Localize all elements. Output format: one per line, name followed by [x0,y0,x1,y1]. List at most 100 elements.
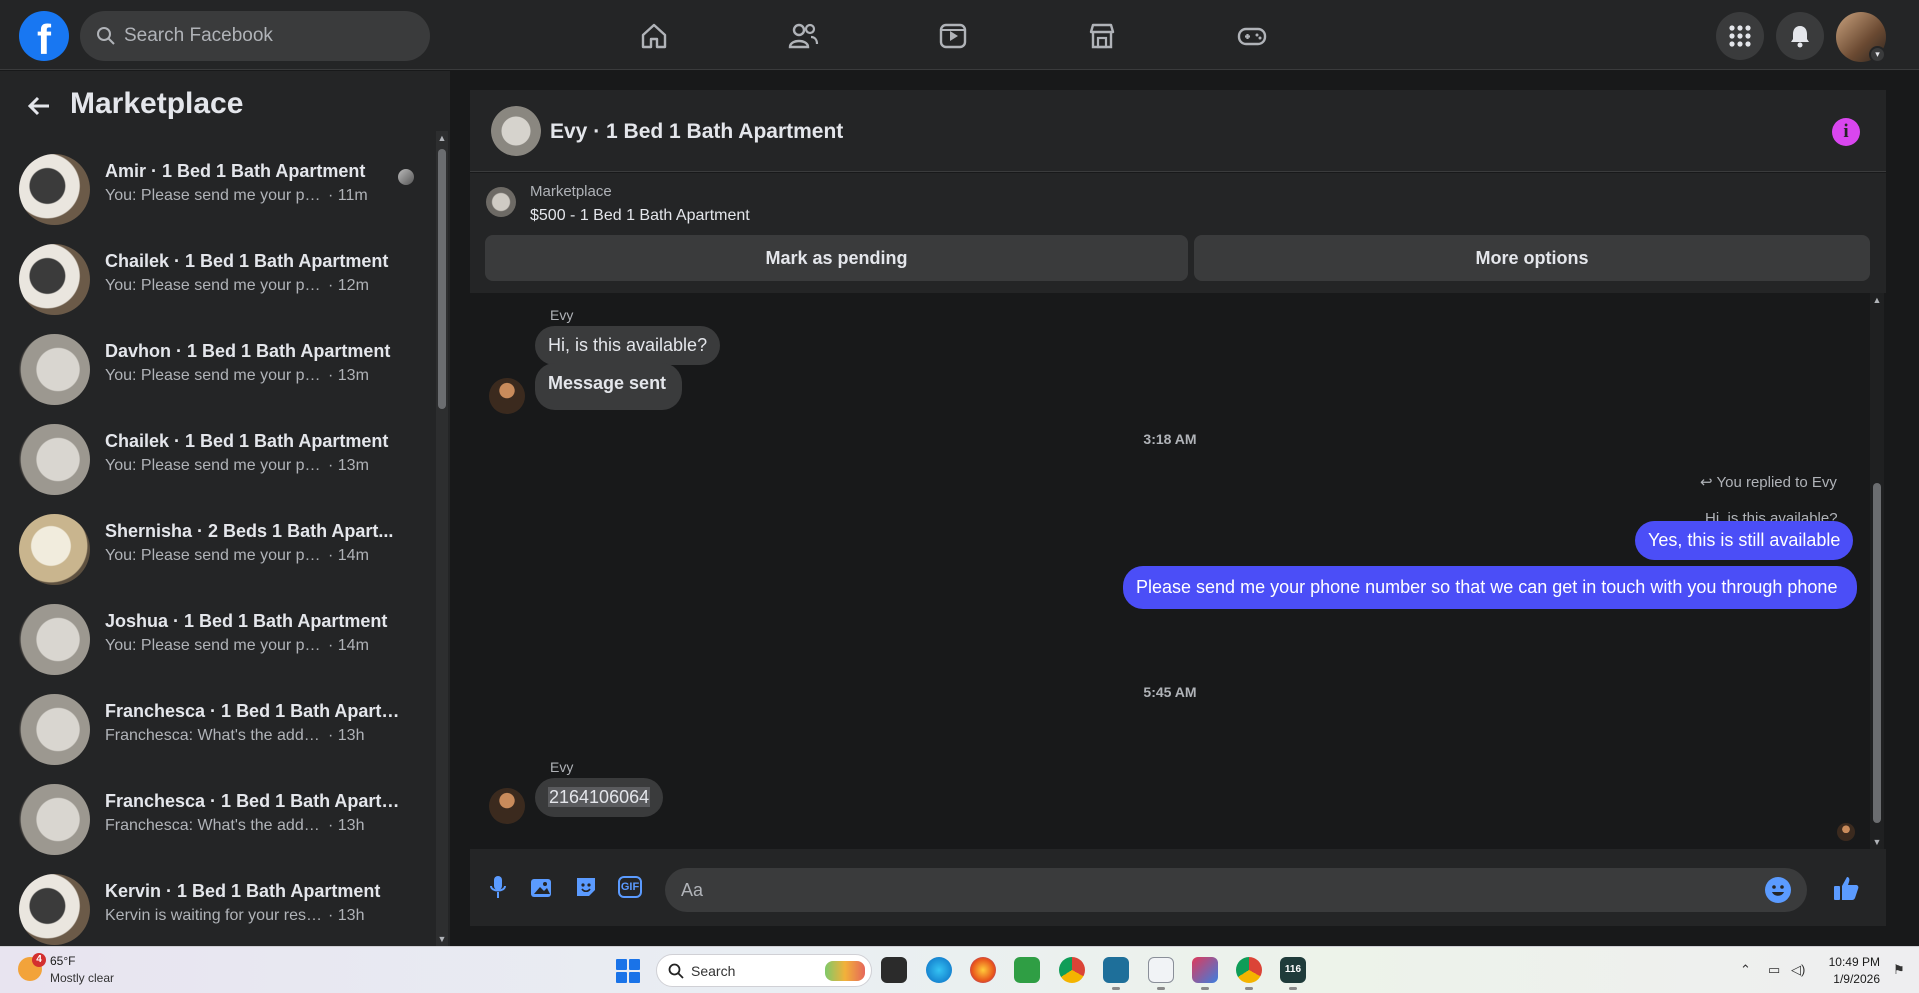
app-root: f ▾ [0,0,1919,993]
more-options-button[interactable]: More options [1194,235,1870,281]
conversation-item[interactable]: Chailek · 1 Bed 1 Bath Apartment You: Pl… [0,411,430,501]
conversation-time: · 13h [328,817,365,834]
chevron-down-icon[interactable]: ▾ [1869,46,1886,63]
back-arrow-icon[interactable] [24,91,54,121]
friends-icon[interactable] [781,14,825,58]
conversation-item[interactable]: Chailek · 1 Bed 1 Bath Apartment You: Pl… [0,231,430,321]
chrome-profile-icon[interactable] [1236,957,1262,983]
chat-scrollbar[interactable]: ▲ ▼ [1870,293,1884,849]
conversation-item[interactable]: Franchesca · 1 Bed 1 Bath Apartm... Fran… [0,771,430,861]
taskbar-search-label: Search [691,963,736,979]
listing-thumbnail [19,514,90,585]
scroll-up-icon[interactable]: ▲ [1870,295,1884,305]
weather-temperature[interactable]: 65°F [50,954,75,968]
scrollbar-thumb[interactable] [438,149,446,409]
scroll-up-icon[interactable]: ▲ [436,133,448,143]
listing-thumbnail [19,334,90,405]
clock-time[interactable]: 10:49 PM [1820,955,1880,969]
snipping-tool-icon[interactable] [1192,957,1218,983]
incoming-message[interactable]: 2164106064 [535,778,664,817]
conversation-time: · 14m [328,637,369,654]
seen-receipt-avatar [1837,823,1855,841]
outgoing-message[interactable]: Yes, this is still available [1635,521,1854,560]
incoming-message[interactable]: Message sent [535,363,683,410]
spreadsheet-app-icon[interactable] [1014,957,1040,983]
firefox-icon[interactable] [970,957,996,983]
reply-arrow-icon: ↩ [1700,474,1717,491]
search-icon [668,963,684,979]
search-bar[interactable] [80,11,430,61]
message-timestamp: 3:18 AM [1143,431,1197,447]
contact-avatar[interactable] [489,788,525,824]
scrollbar-thumb[interactable] [1873,483,1881,823]
microphone-icon[interactable] [484,873,512,901]
facebook-logo[interactable]: f [19,11,69,61]
sender-name: Evy [550,307,574,323]
home-icon[interactable] [632,14,676,58]
weather-description[interactable]: Mostly clear [50,971,114,985]
display-icon[interactable]: ▭ [1768,962,1780,978]
listing-thumbnail [486,187,516,217]
replied-note-text: You replied to Evy [1716,474,1837,491]
running-indicator [1201,987,1209,990]
outgoing-message[interactable]: Please send me your phone number so that… [1123,566,1857,609]
conversation-time: · 13h [328,727,365,744]
chat-listing-thumbnail[interactable] [491,106,541,156]
emoji-icon[interactable] [1765,877,1791,903]
sticker-icon[interactable] [572,873,600,901]
file-icon[interactable] [1148,957,1174,983]
chat-panel: Evy · 1 Bed 1 Bath Apartment i Marketpla… [470,90,1886,926]
conversation-name: Chailek · 1 Bed 1 Bath Apartment [105,251,389,271]
app-badge-icon[interactable]: 116 [1280,957,1306,983]
scroll-down-icon[interactable]: ▼ [1870,837,1884,847]
video-icon[interactable] [931,14,975,58]
sidebar-scrollbar[interactable]: ▲ ▼ [436,131,448,946]
task-view-icon[interactable] [881,957,907,983]
thumbs-up-icon[interactable] [1832,874,1860,907]
gif-icon[interactable]: GIF [618,876,642,898]
gaming-icon[interactable] [1230,14,1274,58]
menu-grid-icon[interactable] [1716,12,1764,60]
notification-center-icon[interactable]: ⚑ [1893,962,1905,978]
conversation-time: · 12m [328,277,369,294]
conversation-time: · 13m [328,457,369,474]
conversation-item[interactable]: Kervin · 1 Bed 1 Bath Apartment Kervin i… [0,861,430,946]
conversation-name: Shernisha · 2 Beds 1 Bath Apart... [105,521,394,541]
edge-browser-icon[interactable] [926,957,952,983]
mark-as-pending-button[interactable]: Mark as pending [485,235,1188,281]
listing-thumbnail [19,154,90,225]
conversation-item[interactable]: Franchesca · 1 Bed 1 Bath Apartm... Fran… [0,681,430,771]
sidebar-header: Marketplace [0,71,450,141]
windows-start-icon[interactable] [616,959,640,983]
replied-note: ↩ You replied to Evy [1700,473,1837,491]
listing-thumbnail [19,874,90,945]
info-icon[interactable]: i [1832,118,1860,146]
search-input[interactable] [124,11,414,61]
conversation-preview: You: Please send me your phone ... [105,457,325,474]
conversation-name: Davhon · 1 Bed 1 Bath Apartment [105,341,391,361]
photo-icon[interactable] [528,873,556,901]
script-editor-icon[interactable] [1103,957,1129,983]
conversation-item[interactable]: Davhon · 1 Bed 1 Bath Apartment You: Ple… [0,321,430,411]
conversation-item[interactable]: Amir · 1 Bed 1 Bath Apartment You: Pleas… [0,141,430,231]
clock-date[interactable]: 1/9/2026 [1820,972,1880,986]
marketplace-icon[interactable] [1080,14,1124,58]
selected-phone-number[interactable]: 2164106064 [548,787,651,807]
chat-title[interactable]: Evy · 1 Bed 1 Bath Apartment [550,120,843,144]
conversation-name: Amir · 1 Bed 1 Bath Apartment [105,161,366,181]
notifications-bell-icon[interactable] [1776,12,1824,60]
incoming-message[interactable]: Hi, is this available? [535,326,721,365]
listing-thumbnail [19,694,90,765]
scroll-down-icon[interactable]: ▼ [436,934,448,944]
message-input[interactable] [665,868,1807,912]
contact-avatar[interactable] [489,378,525,414]
chrome-icon[interactable] [1059,957,1085,983]
taskbar-search[interactable]: Search [656,954,872,987]
conversation-item[interactable]: Joshua · 1 Bed 1 Bath Apartment You: Ple… [0,591,430,681]
listing-title[interactable]: $500 - 1 Bed 1 Bath Apartment [530,207,750,225]
volume-icon[interactable]: ◁) [1791,962,1805,978]
conversation-preview: You: Please send me your phone ... [105,277,325,294]
chevron-up-icon[interactable]: ⌃ [1740,962,1751,978]
conversation-item[interactable]: Shernisha · 2 Beds 1 Bath Apart... You: … [0,501,430,591]
listing-label: Marketplace [530,183,612,200]
